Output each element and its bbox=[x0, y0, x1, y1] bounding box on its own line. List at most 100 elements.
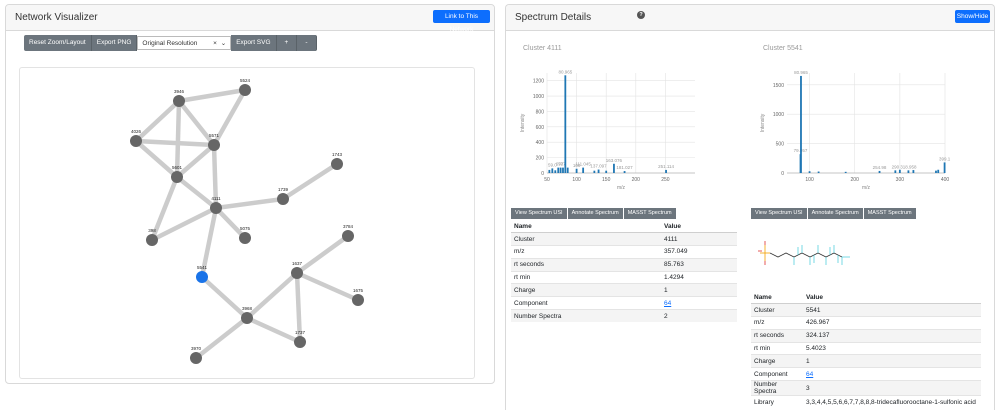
resolution-select[interactable]: Original Resolution × ⌄ bbox=[137, 36, 232, 50]
spectrum-1-chart[interactable]: 02004006008001000120050 100 150 200 25059.0 6… bbox=[511, 65, 706, 200]
node-label: 398 bbox=[148, 228, 156, 233]
network-node[interactable] bbox=[208, 139, 220, 151]
spectrum-1-table: Name Value Cluster 4111 m/z 357.049 rt secon… bbox=[511, 220, 737, 323]
network-node[interactable] bbox=[171, 171, 183, 183]
panel-header: Network Visualizer Link to This Network bbox=[6, 5, 494, 33]
peak-label: 80.965 bbox=[558, 69, 572, 74]
network-edge bbox=[295, 234, 350, 275]
masst-spectrum-button[interactable]: MASST Spectrum bbox=[623, 208, 676, 219]
spectrum-peak[interactable] bbox=[943, 162, 946, 173]
table-row: Charge 1 bbox=[511, 283, 737, 297]
spectrum-peak[interactable] bbox=[605, 170, 608, 173]
panel-header: Spectrum Details ? Show/Hide bbox=[506, 5, 994, 31]
row-name: Library bbox=[751, 395, 803, 409]
network-node[interactable] bbox=[342, 230, 354, 242]
spectrum-peak[interactable] bbox=[878, 170, 881, 173]
network-node[interactable] bbox=[291, 267, 303, 279]
row-value: 3 bbox=[803, 380, 981, 396]
table-row: rt seconds 85.763 bbox=[511, 257, 737, 272]
node-label: 1743 bbox=[332, 152, 343, 157]
spectrum-peak[interactable] bbox=[557, 167, 560, 173]
spectrum-peak[interactable] bbox=[808, 171, 811, 173]
x-axis-label: m/z bbox=[617, 185, 626, 191]
spectrum-peak[interactable] bbox=[623, 171, 626, 173]
network-node[interactable] bbox=[210, 202, 222, 214]
spectrum-peak[interactable] bbox=[937, 169, 940, 173]
network-edge bbox=[214, 206, 247, 240]
spectrum-peak[interactable] bbox=[548, 169, 551, 173]
network-node[interactable] bbox=[352, 294, 364, 306]
y-axis-label: Intensity bbox=[520, 113, 526, 132]
help-icon[interactable]: ? bbox=[637, 11, 645, 19]
view-usi-button[interactable]: View Spectrum USI bbox=[751, 208, 807, 219]
chevron-down-icon[interactable]: ⌄ bbox=[221, 40, 226, 47]
row-name: rt min bbox=[751, 341, 803, 355]
component-link[interactable]: 64 bbox=[806, 371, 813, 378]
spectrum-peak[interactable] bbox=[582, 167, 585, 173]
table-row: m/z 426.967 bbox=[751, 316, 981, 330]
network-node[interactable] bbox=[239, 232, 251, 244]
row-name: Cluster bbox=[751, 303, 803, 317]
spectrum-peak[interactable] bbox=[575, 168, 578, 173]
zoom-in-button[interactable]: + bbox=[276, 35, 298, 51]
network-node[interactable] bbox=[130, 135, 142, 147]
table-row: rt seconds 324.137 bbox=[751, 328, 981, 343]
network-node[interactable] bbox=[239, 84, 251, 96]
spectrum-peak[interactable] bbox=[907, 170, 910, 173]
spectrum-peak[interactable] bbox=[564, 75, 567, 173]
link-network-button[interactable]: Link to This Network bbox=[433, 10, 490, 33]
masst-spectrum-button[interactable]: MASST Spectrum bbox=[863, 208, 916, 219]
network-node[interactable] bbox=[294, 336, 306, 348]
row-value: 1.4294 bbox=[661, 270, 737, 284]
peak-label: 254.98 bbox=[873, 165, 887, 170]
spectrum-peak[interactable] bbox=[844, 171, 847, 173]
export-png-button[interactable]: Export PNG bbox=[91, 35, 138, 51]
network-node[interactable] bbox=[173, 95, 185, 107]
row-value: 2 bbox=[661, 309, 737, 323]
y-tick-label: 1200 bbox=[533, 79, 544, 85]
y-axis-label: Intensity bbox=[760, 113, 766, 132]
clear-icon[interactable]: × bbox=[213, 40, 217, 47]
spectrum-peak[interactable] bbox=[817, 171, 820, 173]
show-hide-button[interactable]: Show/Hide bbox=[955, 10, 990, 23]
spectrum-peak[interactable] bbox=[593, 170, 596, 173]
spectrum-peak[interactable] bbox=[665, 169, 667, 173]
node-label: 1737 bbox=[295, 330, 306, 335]
y-tick-label: 800 bbox=[536, 109, 545, 115]
spectrum-peak[interactable] bbox=[912, 170, 915, 173]
annotate-spectrum-button[interactable]: Annotate Spectrum bbox=[567, 208, 623, 219]
x-tick-label: 200 bbox=[632, 177, 641, 183]
row-value: 1 bbox=[661, 283, 737, 297]
network-node[interactable] bbox=[331, 158, 343, 170]
component-link[interactable]: 64 bbox=[664, 300, 671, 307]
spectrum-peak[interactable] bbox=[559, 167, 562, 173]
spectrum-peak[interactable] bbox=[554, 170, 557, 173]
spectrum-peak[interactable] bbox=[562, 167, 564, 173]
panel-title: Spectrum Details bbox=[515, 12, 592, 23]
view-usi-button[interactable]: View Spectrum USI bbox=[511, 208, 567, 219]
network-node[interactable] bbox=[190, 352, 202, 364]
export-svg-button[interactable]: Export SVG bbox=[231, 35, 277, 51]
spectrum-peak[interactable] bbox=[551, 168, 554, 173]
annotate-spectrum-button[interactable]: Annotate Spectrum bbox=[807, 208, 863, 219]
network-graph[interactable]: 5524 3946 4026 5571 5601 1743 1739 4111 398 5075 3… bbox=[20, 68, 476, 380]
spectrum-peak[interactable] bbox=[935, 170, 937, 173]
row-value: 357.049 bbox=[661, 245, 737, 259]
x-tick-label: 300 bbox=[896, 177, 905, 183]
x-tick-label: 150 bbox=[602, 177, 611, 183]
network-node[interactable] bbox=[277, 193, 289, 205]
network-node[interactable] bbox=[241, 312, 253, 324]
network-node[interactable] bbox=[196, 271, 208, 283]
network-canvas[interactable]: 5524 3946 4026 5571 5601 1743 1739 4111 398 5075 3… bbox=[19, 67, 475, 379]
spectrum-peak[interactable] bbox=[613, 163, 615, 173]
spectrum-peak[interactable] bbox=[894, 170, 897, 173]
spectrum-peak[interactable] bbox=[597, 169, 600, 173]
reset-zoom-button[interactable]: Reset Zoom/Layout bbox=[24, 35, 92, 51]
network-node[interactable] bbox=[146, 234, 158, 246]
node-label: 3784 bbox=[343, 224, 354, 229]
zoom-out-button[interactable]: - bbox=[297, 35, 317, 51]
spectrum-2-chart[interactable]: 05001000150010020030040079.95780.965254.… bbox=[751, 65, 956, 200]
spectrum-peak[interactable] bbox=[800, 75, 802, 173]
spectrum-peak[interactable] bbox=[566, 167, 569, 173]
spectrum-peak[interactable] bbox=[898, 169, 901, 173]
